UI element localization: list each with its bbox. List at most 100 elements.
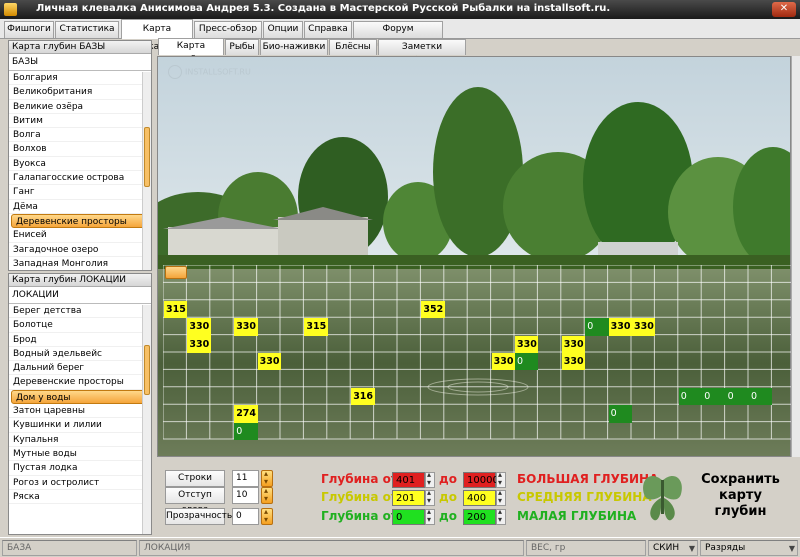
depth-cell[interactable]: 315: [164, 300, 188, 319]
large-depth-from-input[interactable]: 401: [392, 472, 425, 488]
list-item[interactable]: Загадочное озеро: [9, 243, 151, 257]
depth-cell[interactable]: 0: [749, 387, 773, 406]
scroll-thumb[interactable]: [144, 345, 150, 395]
bases-panel: Карта глубин БАЗЫ БАЗЫ Болгария Великобр…: [8, 40, 152, 271]
list-item[interactable]: Западная Монголия: [9, 257, 151, 270]
large-depth-from-spinner[interactable]: [425, 470, 435, 488]
depth-cell[interactable]: 0: [725, 387, 749, 406]
depth-cell[interactable]: 330: [561, 335, 586, 353]
list-item[interactable]: Болгария: [9, 71, 151, 86]
tab-fishlogs[interactable]: Фишпоги: [4, 21, 54, 38]
list-item[interactable]: Затон царевны: [9, 404, 151, 419]
list-item[interactable]: Вуокса: [9, 157, 151, 172]
list-item[interactable]: Болотце: [9, 318, 151, 333]
list-item[interactable]: Берег детства: [9, 304, 151, 319]
large-depth-from-label: Глубина от: [321, 472, 398, 486]
list-item[interactable]: Дёма: [9, 200, 151, 214]
rows-input[interactable]: 11: [232, 470, 259, 487]
depth-cell[interactable]: 0: [678, 387, 703, 406]
list-item[interactable]: Енисей: [9, 228, 151, 243]
depth-cell[interactable]: 330: [257, 353, 281, 371]
list-item[interactable]: Волга: [9, 128, 151, 143]
small-depth-from-spinner[interactable]: [425, 507, 435, 525]
list-item[interactable]: Ряска: [9, 490, 151, 505]
medium-depth-to-spinner[interactable]: [496, 488, 506, 506]
tab-forum[interactable]: Форум InstallSoft.ru: [353, 21, 443, 49]
locations-scrollbar[interactable]: [142, 305, 151, 534]
transparency-input[interactable]: 0: [232, 508, 259, 525]
skin-select[interactable]: СКИН ▼: [648, 540, 698, 556]
depth-cell[interactable]: 352: [421, 300, 445, 319]
medium-depth-from-input[interactable]: 201: [392, 490, 425, 506]
tab-press-review[interactable]: Пресс-обзор: [194, 21, 262, 38]
tab-depth-map[interactable]: Карта глубин: [158, 38, 224, 65]
list-item-selected[interactable]: Дом у воды: [11, 389, 149, 405]
depth-cell[interactable]: 330: [187, 318, 211, 336]
save-label-line3: глубин: [714, 504, 767, 519]
small-depth-from-input[interactable]: 0: [392, 509, 425, 525]
depth-cell[interactable]: 330: [491, 353, 515, 371]
medium-depth-from-spinner[interactable]: [425, 488, 435, 506]
tab-help[interactable]: Справка: [304, 21, 352, 38]
list-item[interactable]: Купальня: [9, 433, 151, 447]
depth-cell[interactable]: 0: [515, 353, 539, 371]
list-item[interactable]: Дальний берег: [9, 361, 151, 376]
save-depth-map-button[interactable]: Сохранить карту глубин: [640, 462, 795, 530]
list-item-selected[interactable]: Деревенские просторы: [11, 213, 149, 229]
tab-bio-baits[interactable]: Био-наживки: [260, 39, 328, 55]
transparency-spinner[interactable]: [261, 507, 273, 525]
chevron-down-icon: ▼: [788, 544, 795, 553]
depth-cell[interactable]: 316: [351, 387, 375, 406]
photo-scrollbar[interactable]: [791, 56, 800, 457]
tab-statistics[interactable]: Статистика: [55, 21, 119, 38]
list-item[interactable]: Ганг: [9, 185, 151, 200]
list-item[interactable]: Водный эдельвейс: [9, 347, 151, 362]
small-depth-to-spinner[interactable]: [496, 507, 506, 525]
bases-column-header: БАЗЫ: [9, 54, 151, 71]
list-item[interactable]: Пустая лодка: [9, 461, 151, 476]
depth-cell[interactable]: 274: [234, 405, 258, 423]
large-depth-to-spinner[interactable]: [496, 470, 506, 488]
list-item[interactable]: Кувшинки и лилии: [9, 418, 151, 433]
depth-cell[interactable]: 330: [187, 335, 211, 353]
depth-cell[interactable]: 315: [304, 318, 328, 336]
bases-scrollbar[interactable]: [142, 72, 151, 270]
scroll-thumb[interactable]: [144, 127, 150, 187]
list-item[interactable]: Витим: [9, 114, 151, 129]
offset-input[interactable]: 10: [232, 487, 259, 504]
tab-location-map[interactable]: Карта локаций: [121, 19, 193, 52]
depth-grid[interactable]: 315 352 330 330 315 0 330 330 330 330 330 330 330 0 33…: [163, 265, 791, 440]
depth-cell[interactable]: 0: [585, 318, 609, 336]
watermark-logo-icon: [168, 65, 182, 79]
digits-select[interactable]: Разряды ▼: [700, 540, 798, 556]
depth-cell[interactable]: 0: [702, 387, 726, 406]
list-item[interactable]: Волхов: [9, 142, 151, 157]
depth-cell[interactable]: 330: [608, 318, 632, 336]
tab-options[interactable]: Опции: [263, 21, 303, 38]
tab-fish[interactable]: Рыбы: [225, 39, 259, 55]
depth-cell[interactable]: 330: [561, 353, 586, 371]
list-item[interactable]: Деревенские просторы: [9, 375, 151, 390]
tab-spoons[interactable]: Блёсны: [329, 39, 377, 55]
list-item[interactable]: Великие озёра: [9, 100, 151, 114]
title-bar: Личная клевалка Анисимова Андрея 5.3. Со…: [0, 0, 800, 19]
depth-cell[interactable]: 330: [515, 335, 539, 353]
small-depth-to-input[interactable]: 200: [463, 509, 496, 525]
list-item[interactable]: Брод: [9, 333, 151, 347]
rows-spinner[interactable]: [261, 469, 273, 487]
depth-cell[interactable]: 330: [234, 318, 258, 336]
list-item[interactable]: Мутные воды: [9, 447, 151, 462]
large-depth-to-input[interactable]: 10000: [463, 472, 499, 488]
list-item[interactable]: Великобритания: [9, 85, 151, 100]
list-item[interactable]: Галапагосские острова: [9, 171, 151, 186]
tab-angler-notes[interactable]: Заметки рыболова: [378, 39, 466, 66]
bases-list: Болгария Великобритания Великие озёра Ви…: [9, 71, 151, 270]
offset-spinner[interactable]: [261, 486, 273, 504]
depth-cell[interactable]: 330: [632, 318, 656, 336]
close-button[interactable]: ✕: [772, 2, 796, 17]
depth-cell[interactable]: 0: [234, 422, 258, 440]
depth-cell[interactable]: 0: [608, 405, 632, 423]
list-item[interactable]: Рогоз и остролист: [9, 476, 151, 490]
medium-depth-to-input[interactable]: 400: [463, 490, 496, 506]
watermark-text: INSTALLSOFT.RU: [185, 67, 251, 77]
